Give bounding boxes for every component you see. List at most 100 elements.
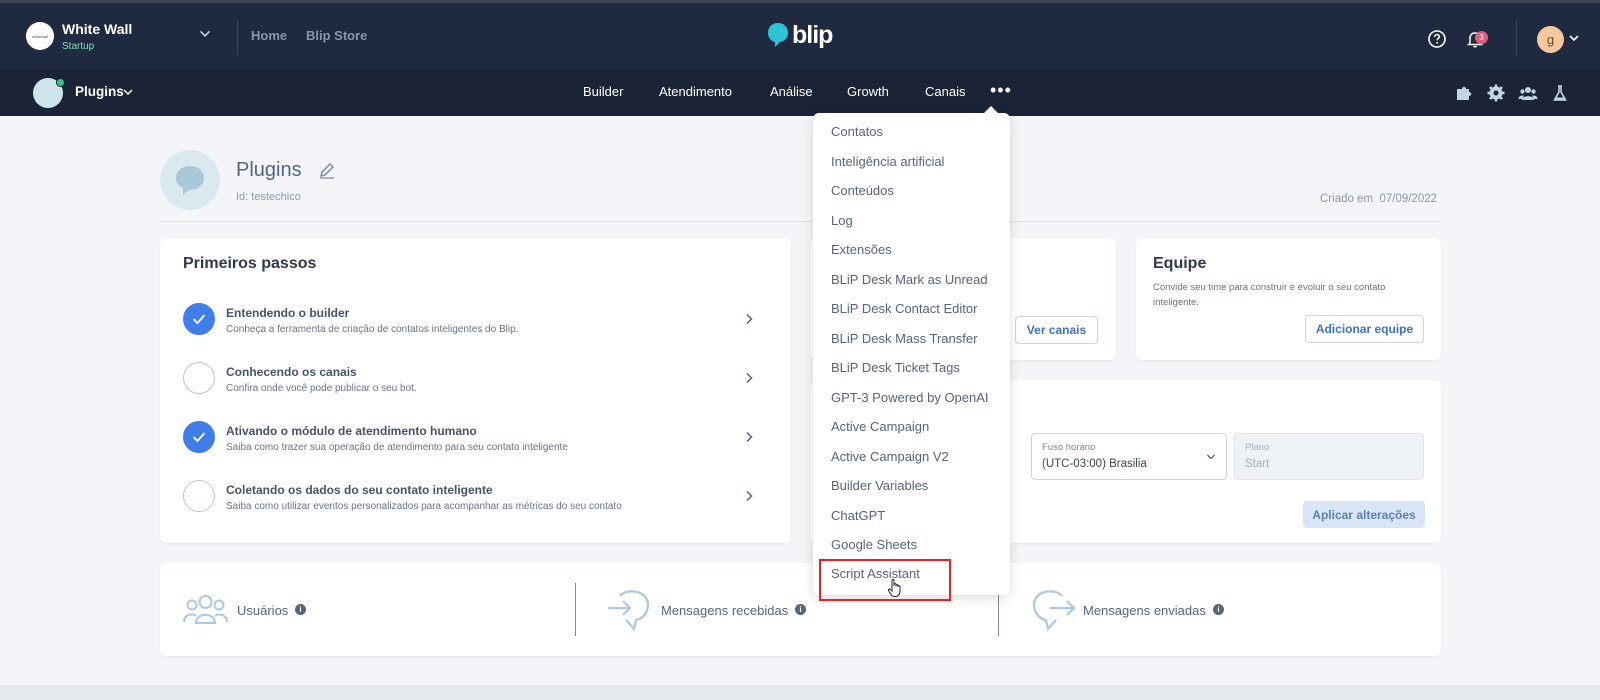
check-icon	[183, 303, 215, 335]
team-desc: Convide seu time para construir e evolui…	[1153, 282, 1386, 308]
menu-item-desk-ticket-tags[interactable]: BLiP Desk Ticket Tags	[831, 360, 960, 375]
stat-label: Usuários	[237, 603, 289, 618]
nav-atendimento[interactable]: Atendimento	[659, 84, 732, 99]
menu-item-desk-mass-transfer[interactable]: BLiP Desk Mass Transfer	[831, 331, 977, 346]
team-icon[interactable]	[1518, 83, 1538, 103]
field-label: Plano	[1245, 442, 1270, 453]
step-desc: Conheça a ferramenta de criação de conta…	[226, 324, 519, 335]
menu-item-contatos[interactable]: Contatos	[831, 124, 883, 139]
chevron-right-icon	[746, 490, 753, 502]
bot-id: Id: testechico	[236, 191, 301, 203]
org-logo[interactable]: whitewall	[26, 22, 54, 50]
timezone-select[interactable]: Fuso horário (UTC-03:00) Brasilia	[1031, 433, 1227, 480]
nav-growth[interactable]: Growth	[847, 84, 889, 99]
step-title: Coletando os dados do seu contato inteli…	[226, 483, 493, 497]
team-card: Equipe Convide seu time para construir e…	[1136, 238, 1441, 360]
menu-item-desk-mark-unread[interactable]: BLiP Desk Mark as Unread	[831, 272, 988, 287]
plan-field: Plano Start	[1234, 433, 1424, 480]
step-item[interactable]: Conhecendo os canais Confira onde você p…	[183, 362, 763, 420]
step-desc: Saiba como trazer sua operação de atendi…	[226, 442, 568, 453]
divider	[160, 221, 1441, 222]
field-label: Fuso horário	[1042, 442, 1096, 453]
menu-item-active-campaign-v2[interactable]: Active Campaign V2	[831, 449, 949, 464]
bottom-strip	[0, 685, 1600, 700]
see-channels-button[interactable]: Ver canais	[1015, 316, 1098, 344]
first-steps-card: Primeiros passos Entendendo o builder Co…	[160, 238, 791, 543]
menu-item-inteligencia-artificial[interactable]: Inteligência artificial	[831, 154, 944, 169]
divider	[1516, 21, 1517, 55]
divider	[237, 21, 238, 55]
step-desc: Saiba como utilizar eventos personalizad…	[226, 501, 622, 512]
pencil-icon[interactable]	[318, 161, 336, 179]
step-desc: Confira onde você pode publicar o seu bo…	[226, 383, 417, 394]
circle-icon	[183, 362, 215, 394]
menu-item-extensoes[interactable]: Extensões	[831, 242, 892, 257]
help-icon[interactable]	[1426, 28, 1448, 50]
hand-cursor-icon	[887, 579, 901, 597]
highlight-box	[819, 559, 951, 601]
org-logo-text: whitewall	[31, 33, 49, 39]
stat-label: Mensagens enviadas	[1083, 603, 1206, 618]
user-avatar[interactable]: g	[1537, 26, 1564, 53]
gear-icon[interactable]	[1486, 83, 1506, 103]
users-icon	[183, 595, 228, 624]
more-menu-button[interactable]: •••	[990, 81, 1012, 99]
card-title: Primeiros passos	[183, 255, 317, 272]
field-value: (UTC-03:00) Brasilia	[1042, 458, 1147, 470]
check-icon	[183, 421, 215, 453]
created-label: Criado em	[1320, 193, 1374, 205]
stat-label: Mensagens recebidas	[661, 603, 789, 618]
step-title: Conhecendo os canais	[226, 365, 357, 379]
brand-logo[interactable]: blip	[767, 21, 833, 49]
chevron-right-icon	[746, 313, 753, 325]
nav-analise[interactable]: Análise	[770, 84, 813, 99]
info-icon[interactable]: i	[295, 604, 306, 615]
menu-item-google-sheets[interactable]: Google Sheets	[831, 537, 917, 552]
add-team-button[interactable]: Adicionar equipe	[1305, 315, 1424, 343]
menu-item-chatgpt[interactable]: ChatGPT	[831, 508, 885, 523]
info-icon[interactable]: i	[1213, 604, 1224, 615]
info-icon[interactable]: i	[795, 604, 806, 615]
nav-canais[interactable]: Canais	[925, 84, 965, 99]
flask-icon[interactable]	[1550, 83, 1570, 103]
brand-text: blip	[792, 21, 833, 49]
chevron-down-icon[interactable]	[122, 86, 134, 98]
menu-item-log[interactable]: Log	[831, 213, 853, 228]
chevron-right-icon	[746, 431, 753, 443]
field-value: Start	[1245, 458, 1270, 470]
step-item[interactable]: Ativando o módulo de atendimento humano …	[183, 421, 763, 479]
step-title: Ativando o módulo de atendimento humano	[226, 424, 477, 438]
created-date: 07/09/2022	[1379, 193, 1438, 205]
home-link[interactable]: Home	[251, 28, 287, 43]
org-name[interactable]: White Wall	[62, 21, 132, 37]
more-dropdown-menu: Contatos Inteligência artificial Conteúd…	[813, 113, 1010, 595]
step-item[interactable]: Coletando os dados do seu contato inteli…	[183, 480, 763, 538]
circle-icon	[183, 480, 215, 512]
notification-badge: 3	[1475, 31, 1488, 44]
step-title: Entendendo o builder	[226, 306, 350, 320]
chevron-down-icon	[1207, 454, 1215, 460]
puzzle-icon[interactable]	[1454, 83, 1474, 103]
divider	[575, 583, 576, 636]
bot-name[interactable]: Plugins	[75, 84, 124, 99]
message-out-icon	[1032, 590, 1076, 632]
created-at: Criado em 07/09/2022	[1320, 193, 1437, 205]
bot-avatar-large	[160, 150, 220, 210]
online-indicator	[56, 78, 65, 87]
nav-builder[interactable]: Builder	[583, 84, 623, 99]
step-item[interactable]: Entendendo o builder Conheça a ferrament…	[183, 303, 763, 361]
chevron-right-icon	[746, 372, 753, 384]
apply-changes-button[interactable]: Aplicar alterações	[1303, 501, 1425, 528]
blip-store-link[interactable]: Blip Store	[306, 28, 367, 43]
menu-item-conteudos[interactable]: Conteúdos	[831, 183, 894, 198]
blip-logo-icon	[768, 23, 788, 47]
bot-nav-bar: Plugins Builder Atendimento Análise Grow…	[0, 70, 1600, 116]
menu-item-gpt3[interactable]: GPT-3 Powered by OpenAI	[831, 390, 989, 405]
chevron-down-icon[interactable]	[1567, 31, 1581, 45]
chevron-down-icon[interactable]	[196, 25, 214, 43]
menu-item-desk-contact-editor[interactable]: BLiP Desk Contact Editor	[831, 301, 977, 316]
chat-bubble-icon	[176, 166, 204, 195]
menu-item-builder-variables[interactable]: Builder Variables	[831, 478, 928, 493]
card-title: Equipe	[1153, 255, 1207, 272]
menu-item-active-campaign[interactable]: Active Campaign	[831, 419, 929, 434]
